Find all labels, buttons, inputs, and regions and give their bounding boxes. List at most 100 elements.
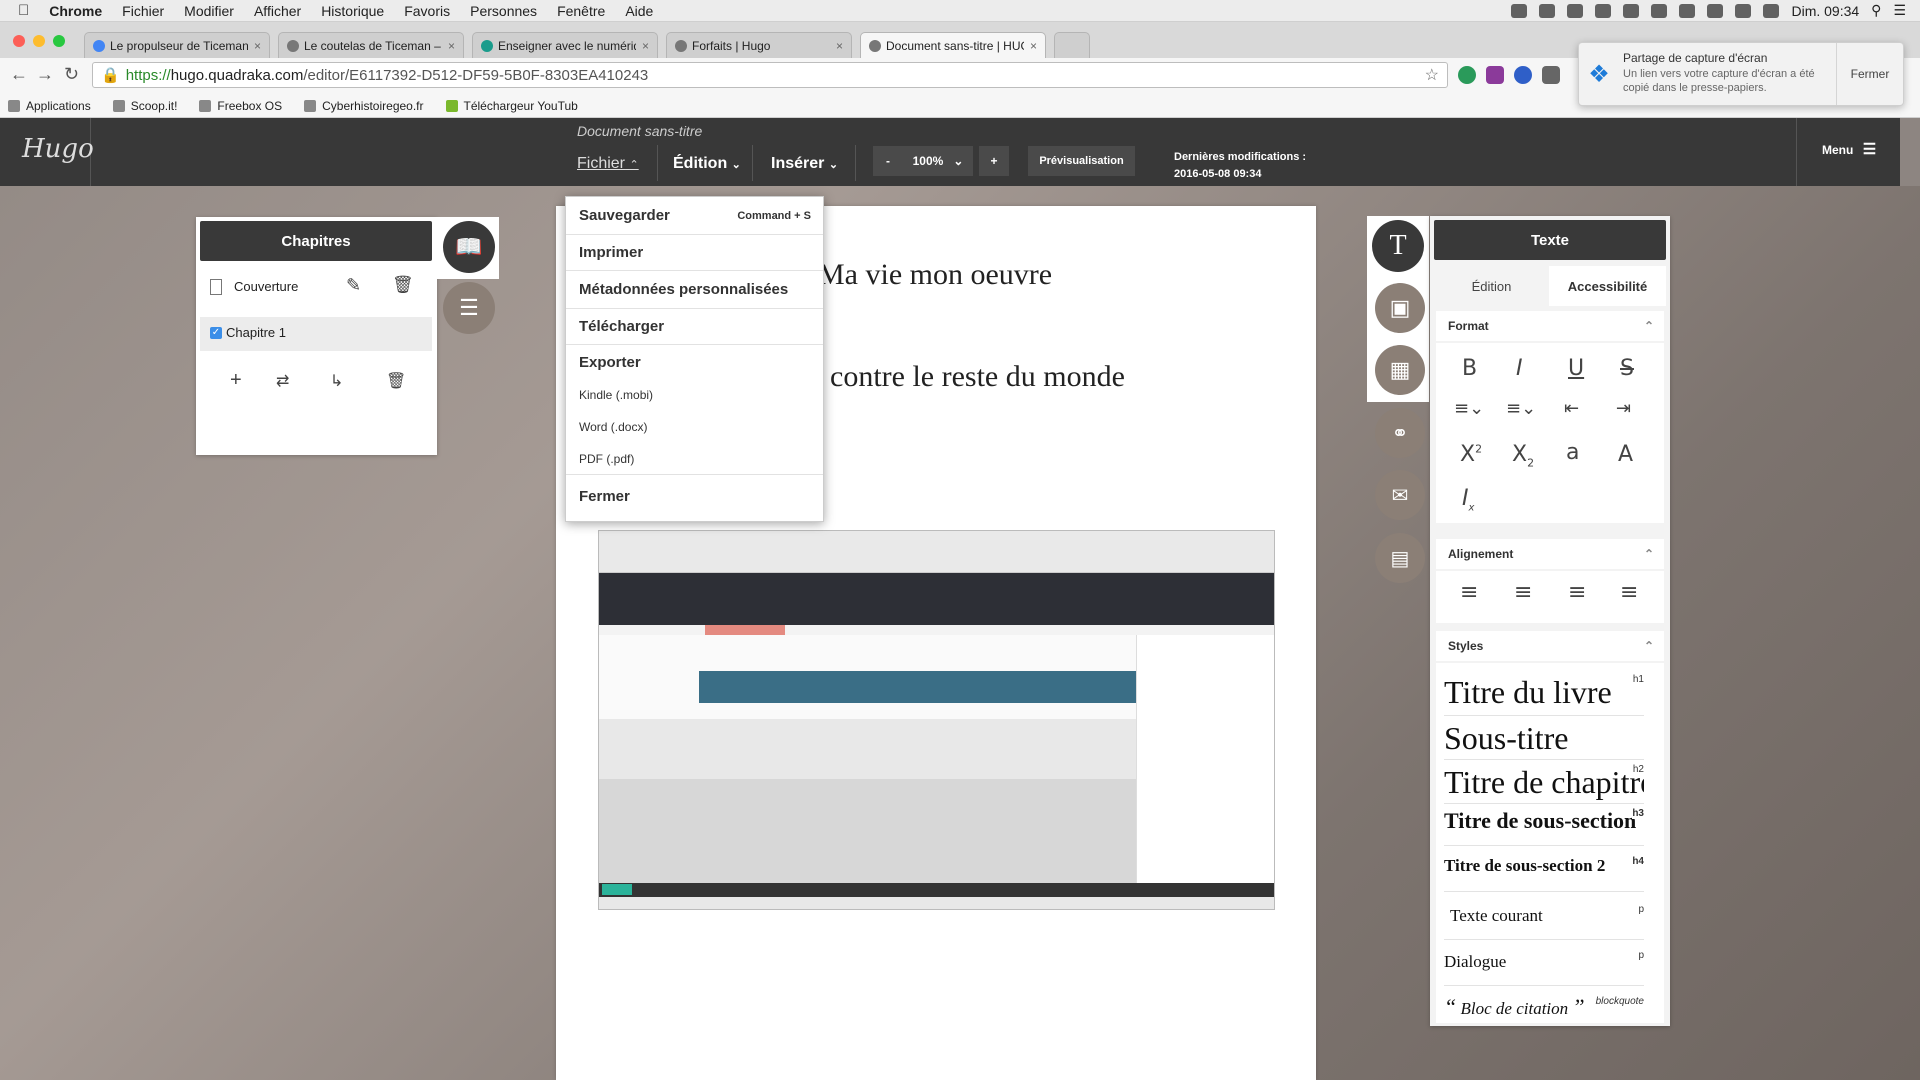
menubar-item-historique[interactable]: Historique bbox=[311, 3, 394, 19]
cloud-icon[interactable] bbox=[1511, 3, 1528, 18]
link-tool-icon[interactable]: ⚭ bbox=[1375, 408, 1425, 458]
format-section-header[interactable]: Format ⌃ bbox=[1436, 311, 1664, 341]
underline-icon[interactable]: U bbox=[1568, 356, 1584, 381]
eject-icon[interactable] bbox=[1651, 3, 1668, 18]
menu-item-download[interactable]: Télécharger bbox=[566, 309, 823, 345]
bookmark-freebox[interactable]: Freebox OS bbox=[199, 99, 282, 113]
bookmark-star-icon[interactable]: ☆ bbox=[1425, 65, 1439, 85]
list-icon[interactable]: ☰ bbox=[443, 282, 495, 334]
browser-tab[interactable]: Enseigner avec le numériqu × bbox=[472, 32, 658, 58]
browser-tab[interactable]: Forfaits | Hugo × bbox=[666, 32, 852, 58]
hugo-logo[interactable]: Hugo bbox=[22, 134, 94, 164]
alignment-section-header[interactable]: Alignement ⌃ bbox=[1436, 539, 1664, 569]
table-tool-icon[interactable]: ▦ bbox=[1375, 345, 1425, 395]
numbered-list-icon[interactable]: ≡⌄ bbox=[1506, 398, 1536, 419]
clear-format-icon[interactable]: Ix bbox=[1462, 486, 1474, 513]
bookmark-youtube[interactable]: Téléchargeur YouTub bbox=[445, 99, 578, 113]
zoom-select[interactable]: 100% ⌄ bbox=[903, 146, 973, 176]
zoom-in-button[interactable]: + bbox=[979, 146, 1009, 176]
extension-icon[interactable] bbox=[1458, 66, 1476, 84]
zoom-out-button[interactable]: - bbox=[873, 146, 903, 176]
volume-icon[interactable] bbox=[1763, 3, 1780, 18]
indent-icon[interactable]: ⇥ bbox=[1616, 398, 1631, 419]
tab-edition[interactable]: Édition bbox=[1434, 266, 1549, 306]
minimize-window-button[interactable] bbox=[33, 35, 45, 47]
document-subheading[interactable]: contre le reste du monde bbox=[830, 360, 1125, 394]
align-right-icon[interactable]: ≡ bbox=[1568, 580, 1586, 605]
address-bar[interactable]: 🔒 https:// hugo.quadraka.com /editor/E61… bbox=[92, 62, 1448, 88]
style-texte-courant[interactable]: Texte courant p bbox=[1444, 900, 1644, 940]
browser-tab[interactable]: Le coutelas de Ticeman – T × bbox=[278, 32, 464, 58]
style-titre-de-chapitre[interactable]: Titre de chapitre h2 bbox=[1444, 764, 1644, 804]
menubar-clock[interactable]: Dim. 09:34 bbox=[1791, 3, 1859, 19]
preview-button[interactable]: Prévisualisation bbox=[1028, 146, 1135, 176]
menu-item-export-pdf[interactable]: PDF (.pdf) bbox=[566, 443, 823, 475]
bullet-list-icon[interactable]: ≡⌄ bbox=[1454, 398, 1484, 419]
airplay-icon[interactable] bbox=[1623, 3, 1640, 18]
menubar-item-fichier[interactable]: Fichier bbox=[112, 3, 174, 19]
bookmark-applications[interactable]: Applications bbox=[8, 99, 91, 113]
document-heading[interactable]: Ma vie mon oeuvre bbox=[818, 258, 1052, 292]
menubar-item-fenetre[interactable]: Fenêtre bbox=[547, 3, 615, 19]
style-sous-titre[interactable]: Sous-titre bbox=[1444, 720, 1644, 760]
align-center-icon[interactable]: ≡ bbox=[1514, 580, 1532, 605]
close-tab-icon[interactable]: × bbox=[254, 39, 261, 53]
strikethrough-icon[interactable]: S bbox=[1620, 356, 1634, 381]
trash-icon[interactable]: 🗑 bbox=[392, 275, 414, 295]
edit-pencil-icon[interactable]: ✎ bbox=[346, 275, 361, 296]
menu-item-save[interactable]: Sauvegarder Command + S bbox=[566, 197, 823, 235]
menu-item-close[interactable]: Fermer bbox=[566, 475, 823, 517]
document-title[interactable]: Document sans-titre bbox=[577, 123, 702, 139]
menubar-item-personnes[interactable]: Personnes bbox=[460, 3, 547, 19]
italic-icon[interactable]: I bbox=[1516, 356, 1523, 381]
split-chapter-icon[interactable]: ↳ bbox=[330, 371, 343, 391]
styles-section-header[interactable]: Styles ⌃ bbox=[1436, 631, 1664, 661]
chapter-1[interactable]: Chapitre 1 bbox=[226, 325, 286, 340]
superscript-icon[interactable]: X2 bbox=[1460, 442, 1482, 467]
extension-k-icon[interactable] bbox=[1514, 66, 1532, 84]
embedded-screenshot-image[interactable] bbox=[598, 530, 1275, 910]
browser-tab[interactable]: Le propulseur de Ticeman × bbox=[84, 32, 270, 58]
photo-tool-icon[interactable]: ▤ bbox=[1375, 533, 1425, 583]
uppercase-icon[interactable]: A bbox=[1618, 442, 1633, 467]
notification-center-icon[interactable]: ☰ bbox=[1893, 2, 1906, 19]
add-chapter-icon[interactable]: + bbox=[230, 369, 242, 392]
image-tool-icon[interactable]: ▣ bbox=[1375, 283, 1425, 333]
close-tab-icon[interactable]: × bbox=[836, 39, 843, 53]
menu-item-export-kindle[interactable]: Kindle (.mobi) bbox=[566, 379, 823, 411]
menubar-item-afficher[interactable]: Afficher bbox=[244, 3, 311, 19]
wifi-icon[interactable] bbox=[1735, 3, 1752, 18]
text-tool-icon[interactable]: T bbox=[1372, 220, 1424, 272]
close-tab-icon[interactable]: × bbox=[642, 39, 649, 53]
align-left-icon[interactable]: ≡ bbox=[1460, 580, 1478, 605]
bluetooth-icon[interactable] bbox=[1707, 3, 1724, 18]
evernote-icon[interactable] bbox=[1595, 3, 1612, 18]
inbox-icon[interactable] bbox=[1539, 3, 1556, 18]
style-titre-de-sous-section[interactable]: Titre de sous-section h3 bbox=[1444, 808, 1644, 846]
merge-chapter-icon[interactable]: ⇄ bbox=[276, 371, 289, 391]
menubar-item-favoris[interactable]: Favoris bbox=[394, 3, 460, 19]
browser-tab-active[interactable]: Document sans-titre | HUG × bbox=[860, 32, 1046, 58]
forward-icon[interactable]: → bbox=[36, 64, 54, 85]
close-tab-icon[interactable]: × bbox=[1030, 39, 1037, 53]
style-titre-du-livre[interactable]: Titre du livre h1 bbox=[1444, 674, 1644, 716]
menubar-item-modifier[interactable]: Modifier bbox=[174, 3, 244, 19]
spotlight-icon[interactable]: ⚲ bbox=[1871, 2, 1881, 19]
comment-tool-icon[interactable]: ✉ bbox=[1375, 470, 1425, 520]
bookmark-scoopit[interactable]: Scoop.it! bbox=[112, 99, 177, 113]
chapter-cover[interactable]: Couverture bbox=[234, 279, 298, 294]
bookmark-cyberhistoire[interactable]: Cyberhistoiregeo.fr bbox=[304, 99, 424, 113]
extension-icon[interactable] bbox=[1542, 66, 1560, 84]
menu-item-print[interactable]: Imprimer bbox=[566, 235, 823, 271]
onenote-icon[interactable] bbox=[1486, 66, 1504, 84]
menu-item-export-word[interactable]: Word (.docx) bbox=[566, 411, 823, 443]
menubar-app-name[interactable]: Chrome bbox=[39, 3, 112, 19]
box-icon[interactable] bbox=[1567, 3, 1584, 18]
align-justify-icon[interactable]: ≡ bbox=[1620, 580, 1638, 605]
style-dialogue[interactable]: Dialogue p bbox=[1444, 946, 1644, 986]
maximize-window-button[interactable] bbox=[53, 35, 65, 47]
close-window-button[interactable] bbox=[13, 35, 25, 47]
reload-icon[interactable]: ↻ bbox=[64, 64, 79, 85]
menu-item-metadata[interactable]: Métadonnées personnalisées bbox=[566, 271, 823, 309]
tab-accessibilite[interactable]: Accessibilité bbox=[1549, 266, 1666, 306]
